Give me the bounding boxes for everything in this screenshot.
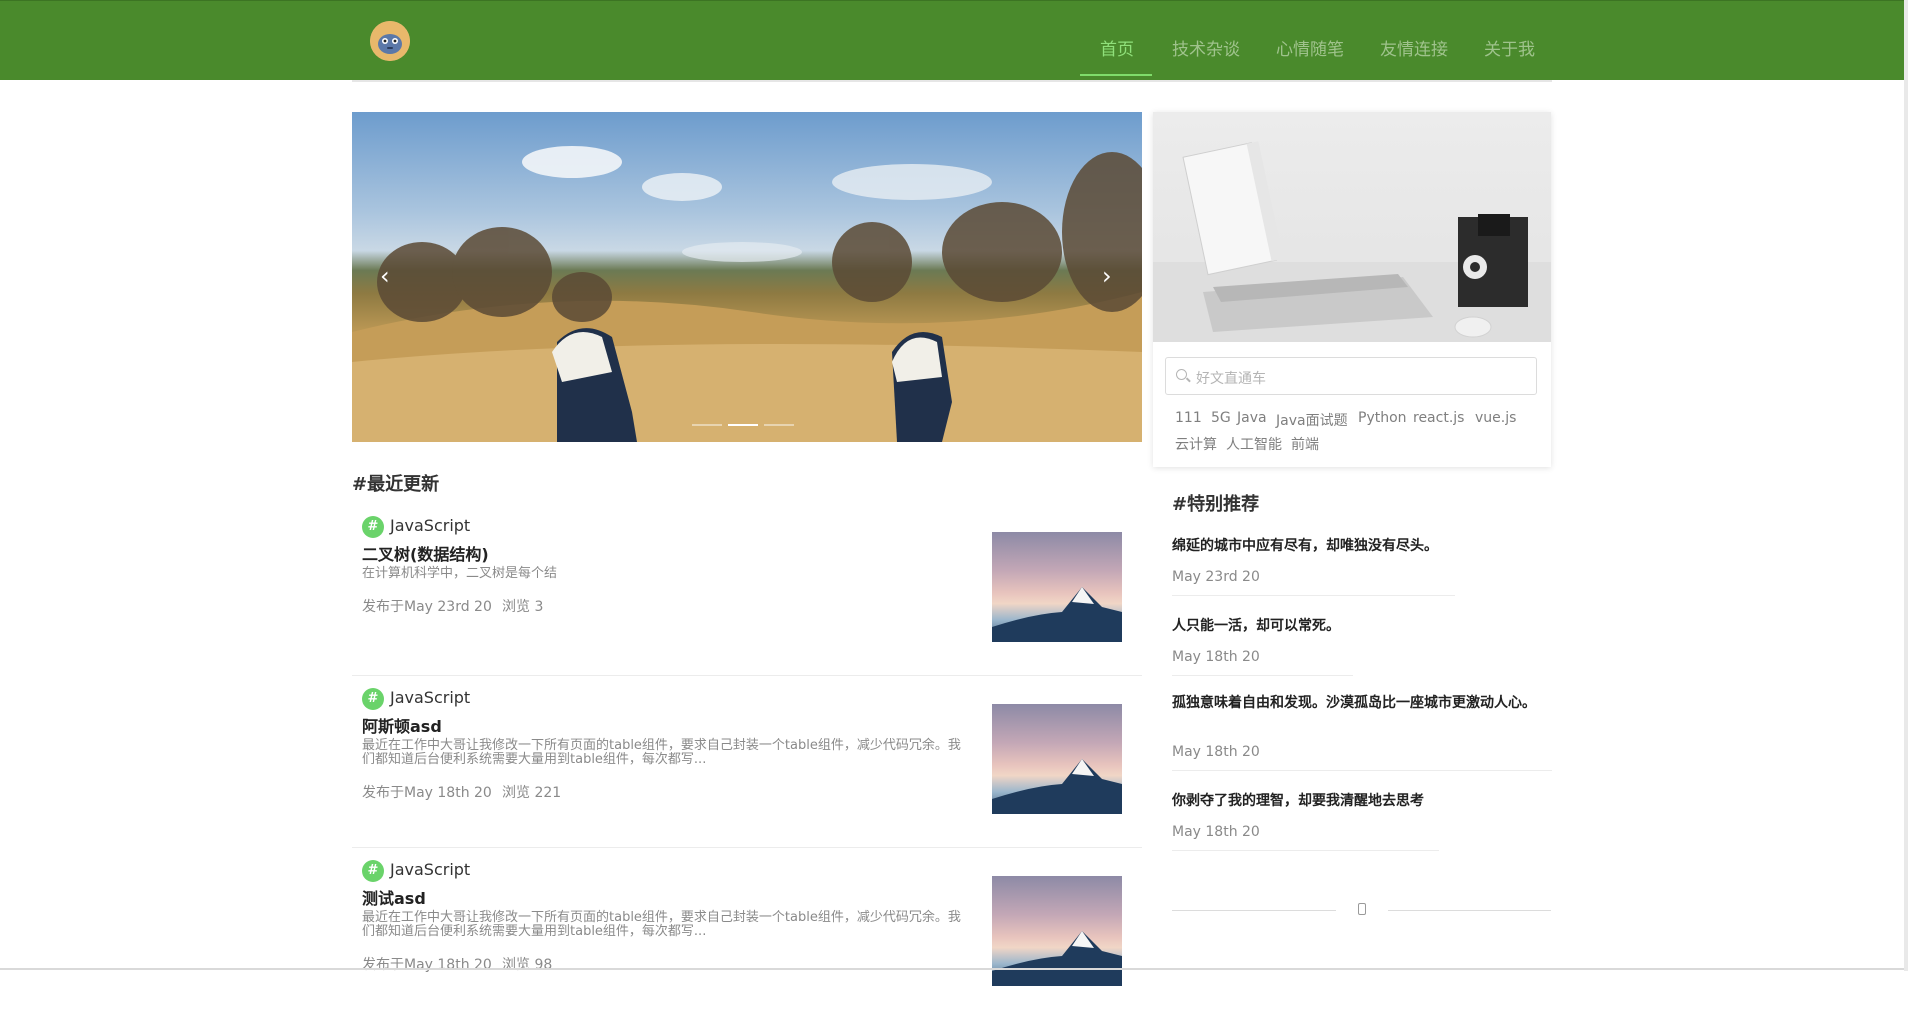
article-title[interactable]: 二叉树(数据结构): [362, 541, 489, 565]
search-input[interactable]: 好文直通车: [1165, 357, 1537, 395]
carousel-dot[interactable]: [764, 424, 794, 426]
tag-item[interactable]: 云计算: [1175, 434, 1217, 454]
hash-icon: #: [362, 688, 384, 710]
featured-item-date: May 18th 20: [1172, 824, 1260, 840]
featured-divider: [1172, 850, 1439, 851]
banner-carousel[interactable]: ‹ ›: [352, 112, 1142, 442]
search-placeholder: 好文直通车: [1196, 371, 1266, 387]
featured-item-title[interactable]: 你剥夺了我的理智，却要我清醒地去思考: [1172, 790, 1424, 810]
tag-item[interactable]: 5G: [1211, 410, 1231, 426]
article-item[interactable]: # JavaScript 二叉树(数据结构) 在计算机科学中，二叉树是每个结 发…: [352, 516, 1142, 676]
nav-tech[interactable]: 技术杂谈: [1172, 35, 1240, 60]
article-summary: 最近在工作中大哥让我修改一下所有页面的table组件，要求自己封装一个table…: [362, 910, 961, 939]
main-nav: 首页 技术杂谈 心情随笔 友情连接 关于我: [0, 35, 1904, 65]
article-divider: [352, 675, 1142, 676]
tag-item[interactable]: 人工智能: [1226, 434, 1282, 454]
featured-item-title[interactable]: 孤独意味着自由和发现。沙漠孤岛比一座城市更激动人心。: [1172, 695, 1552, 711]
nav-mood[interactable]: 心情随笔: [1276, 35, 1344, 60]
page-scrollbar[interactable]: [1904, 0, 1908, 971]
article-item[interactable]: # JavaScript 阿斯顿asd 最近在工作中大哥让我修改一下所有页面的t…: [352, 688, 1142, 848]
article-category[interactable]: JavaScript: [390, 860, 470, 879]
article-published: 发布于May 23rd 20: [362, 599, 492, 615]
article-thumbnail[interactable]: [992, 532, 1122, 642]
article-title[interactable]: 阿斯顿asd: [362, 713, 442, 737]
article-divider: [352, 847, 1142, 848]
article-item[interactable]: # JavaScript 测试asd 最近在工作中大哥让我修改一下所有页面的ta…: [352, 860, 1142, 1020]
article-summary: 最近在工作中大哥让我修改一下所有页面的table组件，要求自己封装一个table…: [362, 738, 961, 767]
carousel-dot-active[interactable]: [728, 424, 758, 426]
featured-item-title[interactable]: 人只能一活，却可以常死。: [1172, 615, 1340, 635]
article-thumbnail[interactable]: [992, 704, 1122, 814]
search-icon: [1176, 369, 1187, 380]
article-summary: 在计算机科学中，二叉树是每个结: [362, 566, 558, 581]
recent-section-title: #最近更新: [352, 474, 440, 495]
carousel-next-arrow[interactable]: ›: [1102, 262, 1112, 290]
top-header: 首页 技术杂谈 心情随笔 友情连接 关于我: [0, 0, 1904, 80]
article-views: 浏览 221: [502, 785, 562, 801]
article-title[interactable]: 测试asd: [362, 885, 426, 909]
sidebar-photo: [1153, 112, 1551, 342]
featured-item-title[interactable]: 绵延的城市中应有尽有，却唯独没有尽头。: [1172, 535, 1438, 555]
bottom-edge: [0, 968, 1904, 970]
hash-icon: #: [362, 860, 384, 882]
article-published: 发布于May 18th 20: [362, 957, 492, 973]
nav-home[interactable]: 首页: [1100, 35, 1134, 60]
tag-item[interactable]: Python: [1358, 410, 1407, 426]
article-views: 浏览 3: [502, 599, 544, 615]
carousel-dot[interactable]: [692, 424, 722, 426]
featured-item-date: May 18th 20: [1172, 649, 1260, 665]
featured-section-title: #特别推荐: [1172, 494, 1260, 515]
featured-item-date: May 23rd 20: [1172, 569, 1260, 585]
tag-item[interactable]: react.js: [1413, 410, 1464, 426]
featured-divider: [1172, 675, 1353, 676]
tag-item[interactable]: vue.js: [1475, 410, 1516, 426]
tag-item[interactable]: Java: [1237, 410, 1267, 426]
carousel-prev-arrow[interactable]: ‹: [380, 262, 390, 290]
featured-divider: [1172, 595, 1455, 596]
sidebar-card: 好文直通车 111 5G Java Java面试题 Python react.j…: [1153, 112, 1551, 467]
featured-item-date: May 18th 20: [1172, 744, 1260, 760]
article-category[interactable]: JavaScript: [390, 516, 470, 535]
hash-icon: #: [362, 516, 384, 538]
article-category[interactable]: JavaScript: [390, 688, 470, 707]
tag-item[interactable]: Java面试题: [1276, 410, 1348, 430]
tag-item[interactable]: 前端: [1291, 434, 1319, 454]
featured-divider: [1172, 770, 1552, 771]
footer-divider-right: [1388, 910, 1551, 911]
nav-friends[interactable]: 友情连接: [1380, 35, 1448, 60]
footer-divider-left: [1172, 910, 1336, 911]
header-divider: [352, 80, 1552, 82]
article-views: 浏览 98: [502, 957, 553, 973]
tag-item[interactable]: 111: [1175, 410, 1202, 426]
nav-active-underline: [1080, 74, 1152, 76]
banner-image: [352, 146, 1142, 442]
article-published: 发布于May 18th 20: [362, 785, 492, 801]
phone-icon[interactable]: [1358, 903, 1366, 915]
nav-about[interactable]: 关于我: [1484, 35, 1535, 60]
